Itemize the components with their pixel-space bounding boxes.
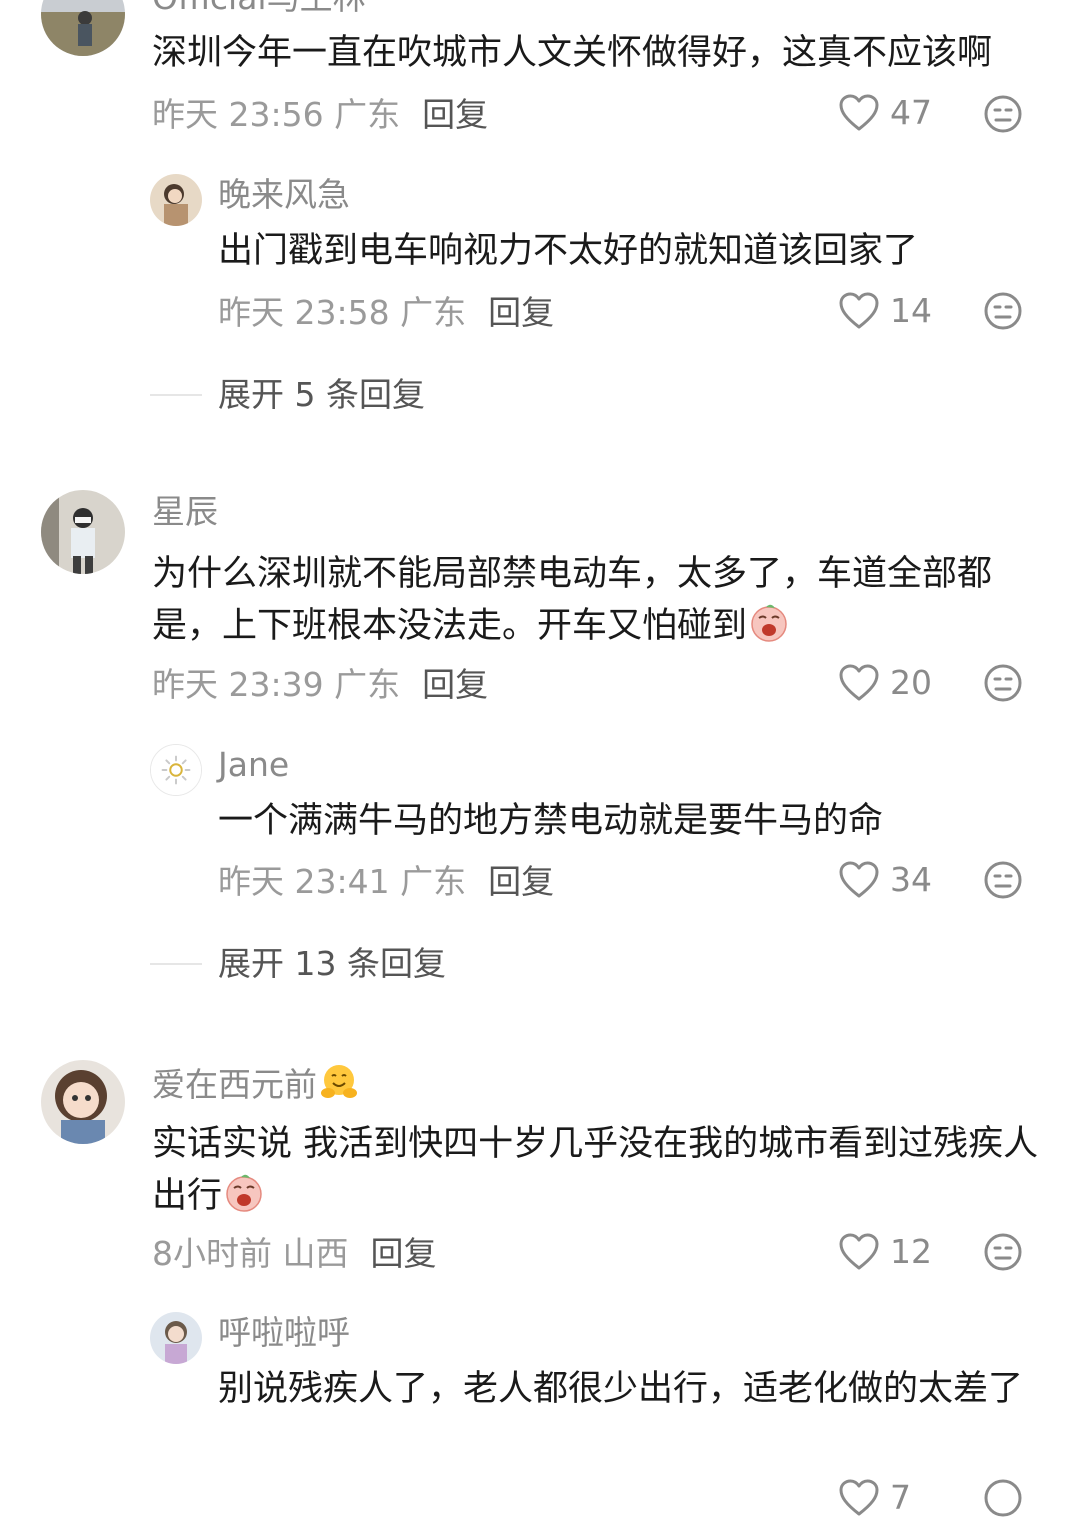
like-count: 34 (890, 860, 932, 899)
like-count: 14 (890, 291, 932, 330)
comment-text: 为什么深圳就不能局部禁电动车，太多了，车道全部都是，上下班根本没法走。开车又怕碰… (152, 548, 1042, 652)
heart-outline-icon (839, 292, 879, 329)
heart-outline-icon (839, 94, 879, 131)
reply-avatar[interactable] (150, 174, 202, 226)
reply-button[interactable]: 回复 (422, 665, 488, 704)
avatar[interactable] (41, 490, 125, 574)
like-button[interactable]: 47 (838, 93, 932, 133)
reply-button[interactable]: 回复 (371, 1234, 437, 1273)
comment-text: 深圳今年一直在吹城市人文关怀做得好，这真不应该啊 (152, 33, 993, 73)
crying-face-emoji (751, 604, 787, 642)
reply-text: 出门戳到电车响视力不太好的就知道该回家了 (218, 231, 919, 271)
avatar[interactable] (41, 1060, 125, 1144)
like-button[interactable]: 12 (838, 1232, 932, 1272)
hugging-face-emoji (321, 1065, 357, 1098)
like-count: 7 (890, 1478, 911, 1517)
reply-time: 昨天 23:41 广东 (218, 862, 467, 901)
reply-text: 一个满满牛马的地方禁电动就是要牛马的命 (218, 801, 884, 841)
expand-replies-button[interactable]: 展开 5 条回复 (150, 375, 425, 415)
reply-username[interactable]: Jane (218, 745, 289, 785)
reply-button[interactable]: 回复 (488, 862, 554, 901)
neutral-face-icon[interactable] (983, 291, 1023, 331)
reply-button[interactable]: 回复 (422, 95, 488, 134)
avatar-image (150, 174, 202, 226)
neutral-face-icon[interactable] (983, 1478, 1023, 1518)
divider-line (150, 394, 202, 396)
comment-time: 昨天 23:39 广东 (152, 665, 401, 704)
like-button[interactable]: 14 (838, 291, 932, 331)
heart-outline-icon (839, 1479, 879, 1516)
reply-avatar[interactable] (150, 1312, 202, 1364)
like-button[interactable]: 34 (838, 860, 932, 900)
reply-text: 别说残疾人了，老人都很少出行，适老化做的太差了 (218, 1369, 1024, 1409)
divider-line (150, 963, 202, 965)
comment-username-text: 爱在西元前 (152, 1065, 317, 1104)
like-count: 20 (890, 663, 932, 702)
comment-username[interactable]: 星辰 (152, 492, 218, 532)
crying-face-emoji (226, 1174, 262, 1212)
comment-meta: 昨天 23:39 广东 回复 (152, 665, 488, 705)
neutral-face-icon[interactable] (983, 860, 1023, 900)
heart-outline-icon (839, 861, 879, 898)
comment-time: 8小时前 山西 (152, 1234, 349, 1273)
expand-replies-label: 展开 13 条回复 (218, 944, 446, 983)
reply-button[interactable]: 回复 (488, 293, 554, 332)
sun-icon (151, 745, 201, 795)
reply-username[interactable]: 晚来风急 (218, 175, 350, 215)
heart-outline-icon (839, 1233, 879, 1270)
expand-replies-label: 展开 5 条回复 (218, 375, 425, 414)
avatar[interactable] (41, 0, 125, 56)
comment-username[interactable]: Official马王林 (152, 0, 366, 18)
like-count: 47 (890, 93, 932, 132)
heart-outline-icon (839, 664, 879, 701)
avatar-image (150, 1312, 202, 1364)
comment-text-content: 为什么深圳就不能局部禁电动车，太多了，车道全部都是，上下班根本没法走。开车又怕碰… (152, 554, 993, 646)
comment-time: 昨天 23:56 广东 (152, 95, 401, 134)
comment-text: 实话实说 我活到快四十岁几乎没在我的城市看到过残疾人出行 (152, 1118, 1052, 1222)
neutral-face-icon[interactable] (983, 663, 1023, 703)
reply-avatar[interactable] (150, 744, 202, 796)
neutral-face-icon[interactable] (983, 1232, 1023, 1272)
like-count: 12 (890, 1232, 932, 1271)
reply-meta: 昨天 23:58 广东 回复 (218, 293, 554, 333)
like-button[interactable]: 7 (838, 1478, 911, 1518)
avatar-image (41, 1060, 125, 1144)
comment-username[interactable]: 爱在西元前 (152, 1062, 359, 1105)
neutral-face-icon[interactable] (983, 94, 1023, 134)
like-button[interactable]: 20 (838, 663, 932, 703)
comment-text-content: 实话实说 我活到快四十岁几乎没在我的城市看到过残疾人出行 (152, 1124, 1039, 1216)
reply-meta: 昨天 23:41 广东 回复 (218, 862, 554, 902)
comment-meta: 8小时前 山西 回复 (152, 1234, 437, 1274)
avatar-image (41, 0, 125, 56)
reply-time: 昨天 23:58 广东 (218, 293, 467, 332)
expand-replies-button[interactable]: 展开 13 条回复 (150, 944, 446, 984)
comment-meta: 昨天 23:56 广东 回复 (152, 95, 488, 135)
reply-username[interactable]: 呼啦啦呼 (218, 1313, 350, 1353)
avatar-image (41, 490, 125, 574)
